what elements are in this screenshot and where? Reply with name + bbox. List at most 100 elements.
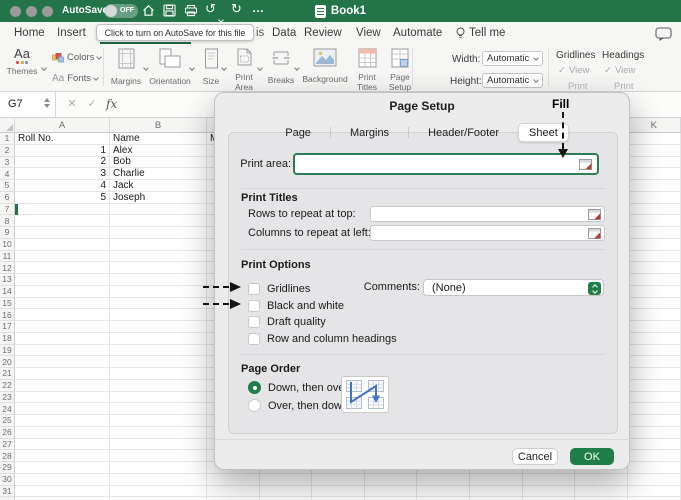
row-header-11[interactable]: 11 — [0, 251, 15, 263]
fonts-button[interactable]: Aa Fonts — [52, 73, 98, 84]
row-header-4[interactable]: 4 — [0, 168, 15, 180]
cell-K9[interactable] — [628, 227, 681, 239]
tab-insert[interactable]: Insert — [57, 22, 86, 44]
row-header-7[interactable]: 7 — [0, 204, 15, 216]
themes-chevron-icon[interactable] — [42, 57, 46, 75]
print-area-button[interactable]: PrintArea — [228, 48, 260, 92]
print-area-chevron-icon[interactable] — [258, 57, 262, 75]
close-window-button[interactable] — [10, 6, 21, 17]
name-box[interactable]: G7 — [0, 92, 56, 117]
row-header-20[interactable]: 20 — [0, 356, 15, 368]
cell-A4[interactable]: 3 — [15, 168, 110, 180]
row-header-6[interactable]: 6 — [0, 192, 15, 204]
cell-B11[interactable] — [110, 251, 207, 263]
tab-data[interactable]: Data — [272, 22, 296, 44]
cell-B19[interactable] — [110, 345, 207, 357]
gridlines-view-checkbox[interactable]: ✓ View — [558, 65, 589, 76]
cell-B6[interactable]: Joseph — [110, 192, 207, 204]
rows-repeat-input[interactable] — [370, 206, 605, 222]
colors-button[interactable]: Colors — [52, 52, 101, 63]
cell-J30[interactable] — [575, 474, 628, 486]
cell-B3[interactable]: Bob — [110, 157, 207, 169]
column-header-B[interactable]: B — [110, 118, 207, 133]
cell-E31[interactable] — [312, 486, 365, 498]
cell-G31[interactable] — [417, 486, 470, 498]
zoom-window-button[interactable] — [42, 6, 53, 17]
cell-K2[interactable] — [628, 145, 681, 157]
row-col-headings-checkbox-row[interactable]: Row and column headings — [248, 332, 397, 345]
cell-B2[interactable]: Alex — [110, 145, 207, 157]
cell-B4[interactable]: Charlie — [110, 168, 207, 180]
dialog-tab-page[interactable]: Page — [275, 124, 321, 141]
row-header-29[interactable]: 29 — [0, 462, 15, 474]
cell-B22[interactable] — [110, 380, 207, 392]
range-selector-icon[interactable] — [588, 228, 601, 242]
cell-B26[interactable] — [110, 427, 207, 439]
cell-B29[interactable] — [110, 462, 207, 474]
cell-K7[interactable] — [628, 204, 681, 216]
tab-home[interactable]: Home — [14, 22, 45, 44]
black-white-checkbox[interactable] — [248, 300, 260, 312]
black-white-checkbox-row[interactable]: Black and white — [248, 299, 344, 312]
cell-K26[interactable] — [628, 427, 681, 439]
cell-B15[interactable] — [110, 298, 207, 310]
margins-button[interactable]: Margins — [106, 48, 146, 86]
cell-K13[interactable] — [628, 274, 681, 286]
row-header-22[interactable]: 22 — [0, 380, 15, 392]
cell-K31[interactable] — [628, 486, 681, 498]
confirm-entry-icon[interactable]: ✓ — [84, 92, 100, 117]
row-header-16[interactable]: 16 — [0, 309, 15, 321]
themes-button[interactable]: Aa Themes — [4, 47, 40, 76]
more-toolbar-commands-icon[interactable]: … — [252, 1, 265, 15]
cell-K28[interactable] — [628, 450, 681, 462]
cell-A6[interactable]: 5 — [15, 192, 110, 204]
row-header-23[interactable]: 23 — [0, 392, 15, 404]
row-header-17[interactable]: 17 — [0, 321, 15, 333]
cell-A13[interactable] — [15, 274, 110, 286]
gridlines-print-checkbox[interactable]: Print — [568, 81, 588, 92]
breaks-button[interactable]: Breaks — [264, 48, 298, 85]
cell-B16[interactable] — [110, 309, 207, 321]
cell-B20[interactable] — [110, 356, 207, 368]
cell-K1[interactable] — [628, 133, 681, 145]
cell-I31[interactable] — [523, 486, 576, 498]
cols-repeat-input[interactable] — [370, 225, 605, 241]
cell-B24[interactable] — [110, 403, 207, 415]
cell-K27[interactable] — [628, 439, 681, 451]
gridlines-checkbox-row[interactable]: Gridlines — [248, 282, 310, 295]
cell-C31[interactable] — [207, 486, 260, 498]
home-icon[interactable] — [142, 4, 155, 22]
minimize-window-button[interactable] — [26, 6, 37, 17]
cell-A15[interactable] — [15, 298, 110, 310]
ok-button[interactable]: OK — [570, 448, 614, 465]
autosave-toggle[interactable]: OFF — [104, 4, 138, 18]
row-header-10[interactable]: 10 — [0, 239, 15, 251]
cell-B9[interactable] — [110, 227, 207, 239]
orientation-chevron-icon[interactable] — [190, 57, 194, 75]
tab-automate[interactable]: Automate — [393, 22, 442, 44]
cell-B18[interactable] — [110, 333, 207, 345]
row-header-25[interactable]: 25 — [0, 415, 15, 427]
undo-icon[interactable]: ↺ — [205, 3, 216, 17]
row-header-31[interactable]: 31 — [0, 486, 15, 498]
cell-B25[interactable] — [110, 415, 207, 427]
cell-D31[interactable] — [260, 486, 313, 498]
cell-A1[interactable]: Roll No. — [15, 133, 110, 145]
cell-K18[interactable] — [628, 333, 681, 345]
comments-dropdown[interactable]: (None) — [423, 279, 604, 296]
save-icon[interactable] — [163, 4, 176, 22]
over-then-down-radio-row[interactable]: Over, then down — [248, 399, 348, 412]
row-header-5[interactable]: 5 — [0, 180, 15, 192]
cell-K12[interactable] — [628, 262, 681, 274]
cell-K6[interactable] — [628, 192, 681, 204]
cell-K25[interactable] — [628, 415, 681, 427]
row-header-14[interactable]: 14 — [0, 286, 15, 298]
cell-F31[interactable] — [365, 486, 418, 498]
orientation-button[interactable]: Orientation — [148, 48, 192, 86]
cell-A24[interactable] — [15, 403, 110, 415]
cell-K23[interactable] — [628, 392, 681, 404]
row-header-19[interactable]: 19 — [0, 345, 15, 357]
print-area-input[interactable] — [293, 153, 599, 175]
cell-C30[interactable] — [207, 474, 260, 486]
draft-quality-checkbox-row[interactable]: Draft quality — [248, 315, 326, 328]
